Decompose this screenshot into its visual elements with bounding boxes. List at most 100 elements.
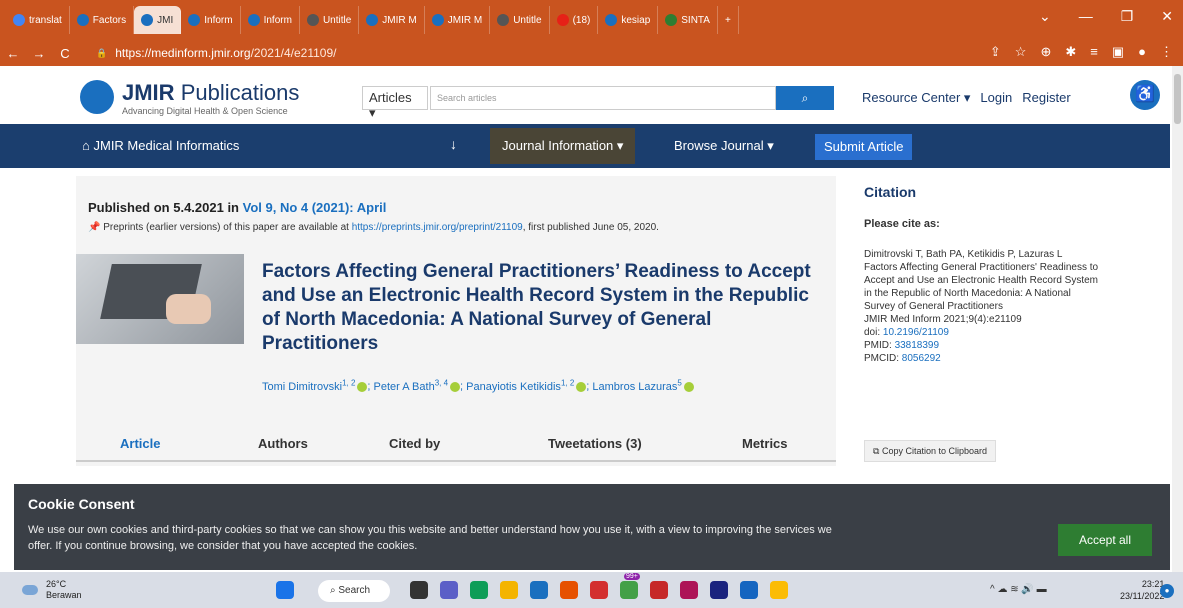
articles-dropdown[interactable]: Articles ▾ <box>362 86 428 120</box>
author-link[interactable]: Peter A Bath3, 4 <box>374 378 461 393</box>
article-tab[interactable]: Article <box>120 436 160 451</box>
lock-icon: 🔒 <box>96 47 108 58</box>
chat-icon[interactable] <box>440 581 458 599</box>
orcid-icon[interactable] <box>357 381 368 392</box>
tab-label: Untitle <box>513 14 542 26</box>
browser-tab[interactable]: Inform <box>181 6 241 34</box>
office-icon[interactable] <box>590 581 608 599</box>
start-icon[interactable] <box>276 581 294 599</box>
browser-tab[interactable]: SINTA <box>658 6 718 34</box>
browser-tab[interactable]: translat <box>6 6 70 34</box>
edge-icon[interactable] <box>470 581 488 599</box>
orcid-icon[interactable] <box>450 381 461 392</box>
scrollbar-thumb[interactable] <box>1174 74 1181 124</box>
browser-tab[interactable]: JMI <box>134 6 182 34</box>
submit-article-button[interactable]: Submit Article <box>815 134 913 160</box>
taskbar-search[interactable]: ⌕ Search <box>318 580 390 602</box>
browser-tab[interactable]: JMIR M <box>359 6 425 34</box>
doi-link[interactable]: 10.2196/21109 <box>883 327 949 338</box>
accept-all-button[interactable]: Accept all <box>1058 524 1152 556</box>
profile-icon[interactable]: ● <box>1138 44 1146 60</box>
please-cite-label: Please cite as: <box>864 218 940 230</box>
firefox-icon[interactable] <box>560 581 578 599</box>
weather-widget[interactable]: 26°C Berawan <box>22 579 82 601</box>
pmid-link[interactable]: 33818399 <box>895 340 940 351</box>
extension-icon[interactable]: ⊕ <box>1040 44 1051 60</box>
browser-tab[interactable]: Untitle <box>300 6 360 34</box>
article-tab[interactable]: Authors <box>258 436 308 451</box>
site-logo[interactable]: JMIR Publications <box>122 80 299 106</box>
citation-title: Factors Affecting General Practitioners'… <box>864 262 1099 312</box>
menu-icon[interactable]: ⋮ <box>1160 44 1173 60</box>
weather-temp: 26°C <box>46 579 67 589</box>
author-link[interactable]: Panayiotis Ketikidis1, 2 <box>466 378 587 393</box>
tab-favicon-icon <box>188 14 201 26</box>
citation-authors: Dimitrovski T, Bath PA, Ketikidis P, Laz… <box>864 249 1063 260</box>
article-tab[interactable]: Metrics <box>742 436 788 451</box>
system-clock[interactable]: 23:21 23/11/2022 <box>1120 578 1164 602</box>
chevron-down-icon[interactable]: ⌄ <box>1039 8 1051 25</box>
word-icon[interactable] <box>740 581 758 599</box>
browser-tab[interactable]: (18) <box>550 6 599 34</box>
weather-desc: Berawan <box>46 590 82 600</box>
close-icon[interactable]: ✕ <box>1161 8 1173 25</box>
system-tray[interactable]: ^ ☁ ≋ 🔊 ▬ <box>990 584 1047 595</box>
arrow-down-icon[interactable]: ↓ <box>450 136 457 152</box>
page-scrollbar[interactable] <box>1172 66 1183 572</box>
puzzle-icon[interactable]: ✱ <box>1065 44 1076 60</box>
journal-information-menu[interactable]: Journal Information ▾ <box>490 128 636 164</box>
tab-label: Inform <box>204 14 233 26</box>
browser-tab[interactable]: Untitle <box>490 6 550 34</box>
back-icon[interactable]: ← <box>0 46 26 61</box>
hand-shape <box>166 294 211 324</box>
browse-journal-menu[interactable]: Browse Journal ▾ <box>666 128 782 164</box>
accessibility-icon[interactable]: ♿ <box>1130 80 1160 110</box>
minimize-icon[interactable]: — <box>1079 8 1093 25</box>
logo-rest: Publications <box>180 80 300 105</box>
orcid-icon[interactable] <box>683 381 694 392</box>
media-icon[interactable]: ≡ <box>1090 44 1098 60</box>
task-view-icon[interactable] <box>410 581 428 599</box>
restore-icon[interactable]: ❐ <box>1121 8 1134 25</box>
author-link[interactable]: Lambros Lazuras5 <box>592 378 694 393</box>
preprint-prefix: Preprints (earlier versions) of this pap… <box>103 222 349 233</box>
copy-citation-button[interactable]: ⧉ Copy Citation to Clipboard <box>864 440 997 462</box>
pmid-label: PMID: <box>864 340 892 351</box>
notification-icon[interactable]: ● <box>1160 584 1174 598</box>
journal-home-link[interactable]: ⌂ JMIR Medical Informatics <box>82 138 239 153</box>
article-main: Published on 5.4.2021 in Vol 9, No 4 (20… <box>76 176 836 466</box>
author-link[interactable]: Tomi Dimitrovski1, 2 <box>262 378 368 393</box>
browser-tab[interactable]: Factors <box>70 6 135 34</box>
issue-link[interactable]: Vol 9, No 4 (2021): April <box>243 200 387 215</box>
mail-icon[interactable] <box>530 581 548 599</box>
file-explorer-icon[interactable] <box>500 581 518 599</box>
chrome-icon[interactable] <box>770 581 788 599</box>
preprint-link[interactable]: https://preprints.jmir.org/preprint/2110… <box>352 222 523 233</box>
share-icon[interactable]: ⇪ <box>990 44 1001 60</box>
sidebar-icon[interactable]: ▣ <box>1112 44 1124 60</box>
photos-icon[interactable] <box>680 581 698 599</box>
browser-tab[interactable]: Inform <box>241 6 300 34</box>
reload-icon[interactable]: C <box>52 46 78 61</box>
url-field[interactable]: 🔒 https://medinform.jmir.org /2021/4/e21… <box>96 46 336 60</box>
orcid-icon[interactable] <box>576 381 587 392</box>
browser-tab[interactable]: kesiap <box>598 6 659 34</box>
store-icon[interactable]: 99+ <box>620 573 640 599</box>
tab-label: JMI <box>157 14 174 26</box>
star-icon[interactable]: ☆ <box>1015 44 1027 60</box>
browser-tab[interactable]: JMIR M <box>425 6 491 34</box>
pmcid-link[interactable]: 8056292 <box>902 353 941 364</box>
register-link[interactable]: Register <box>1022 90 1070 106</box>
resource-center-link[interactable]: Resource Center ▾ <box>862 90 970 106</box>
notepad-icon[interactable] <box>710 581 728 599</box>
article-tab[interactable]: Cited by <box>389 436 440 451</box>
forward-icon[interactable]: → <box>26 46 52 61</box>
jmir-logo-icon[interactable] <box>80 80 114 114</box>
search-button[interactable]: ⌕ <box>776 86 834 110</box>
login-link[interactable]: Login <box>980 90 1012 106</box>
tab-favicon-icon <box>247 14 260 26</box>
search-input[interactable]: Search articles <box>430 86 776 110</box>
app-icon[interactable] <box>650 581 668 599</box>
new-tab-icon[interactable]: + <box>718 6 739 34</box>
article-tab[interactable]: Tweetations (3) <box>548 436 642 451</box>
